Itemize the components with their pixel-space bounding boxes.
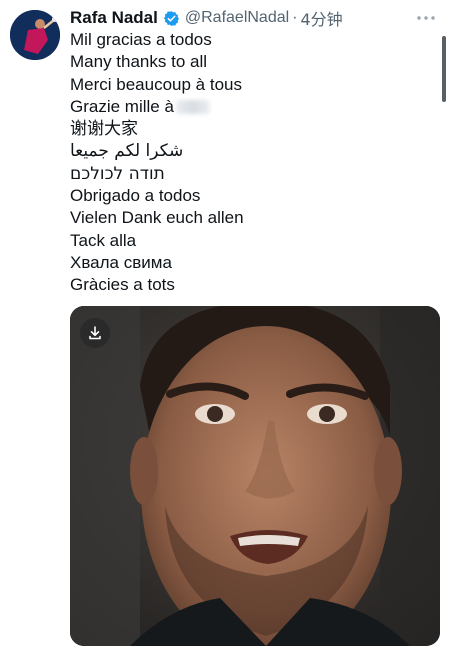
tweet-line-italian: Grazie mille à <box>70 96 430 118</box>
avatar-image <box>10 10 60 60</box>
separator-dot: · <box>292 9 298 26</box>
tweet-line: Хвала свима <box>70 252 172 272</box>
tweet-line: شكرا لكم جميعا <box>70 141 184 162</box>
tweet-line: תודה לכולכם <box>70 163 165 184</box>
verified-badge-icon <box>163 10 180 27</box>
display-name[interactable]: Rafa Nadal <box>70 8 158 28</box>
blurred-text <box>175 100 210 115</box>
download-icon[interactable] <box>80 318 110 348</box>
tweet-line: Vielen Dank euch allen <box>70 208 244 228</box>
tweet-line: Tack alla <box>70 230 137 250</box>
tweet-line: 谢谢大家 <box>70 119 138 140</box>
avatar[interactable] <box>10 10 60 60</box>
tweet-line: Obrigado a todos <box>70 186 201 206</box>
scrollbar-thumb[interactable] <box>442 36 446 102</box>
handle[interactable]: @RafaelNadal <box>185 9 289 27</box>
more-icon[interactable] <box>414 8 438 28</box>
tweet-header: Rafa Nadal @RafaelNadal · 4分钟 <box>70 7 343 29</box>
tweet-line: Merci beaucoup à tous <box>70 74 242 94</box>
tweet-line: Many thanks to all <box>70 52 208 72</box>
tweet-text: Mil gracias a todos Many thanks to all M… <box>70 29 430 297</box>
timestamp[interactable]: 4分钟 <box>301 6 343 30</box>
tweet-line: Gràcies a tots <box>70 275 175 295</box>
tweet-line-text: Grazie mille à <box>70 96 174 116</box>
tweet-line: Mil gracias a todos <box>70 30 212 49</box>
video-frame <box>70 306 440 646</box>
tweet-video[interactable] <box>70 306 440 646</box>
